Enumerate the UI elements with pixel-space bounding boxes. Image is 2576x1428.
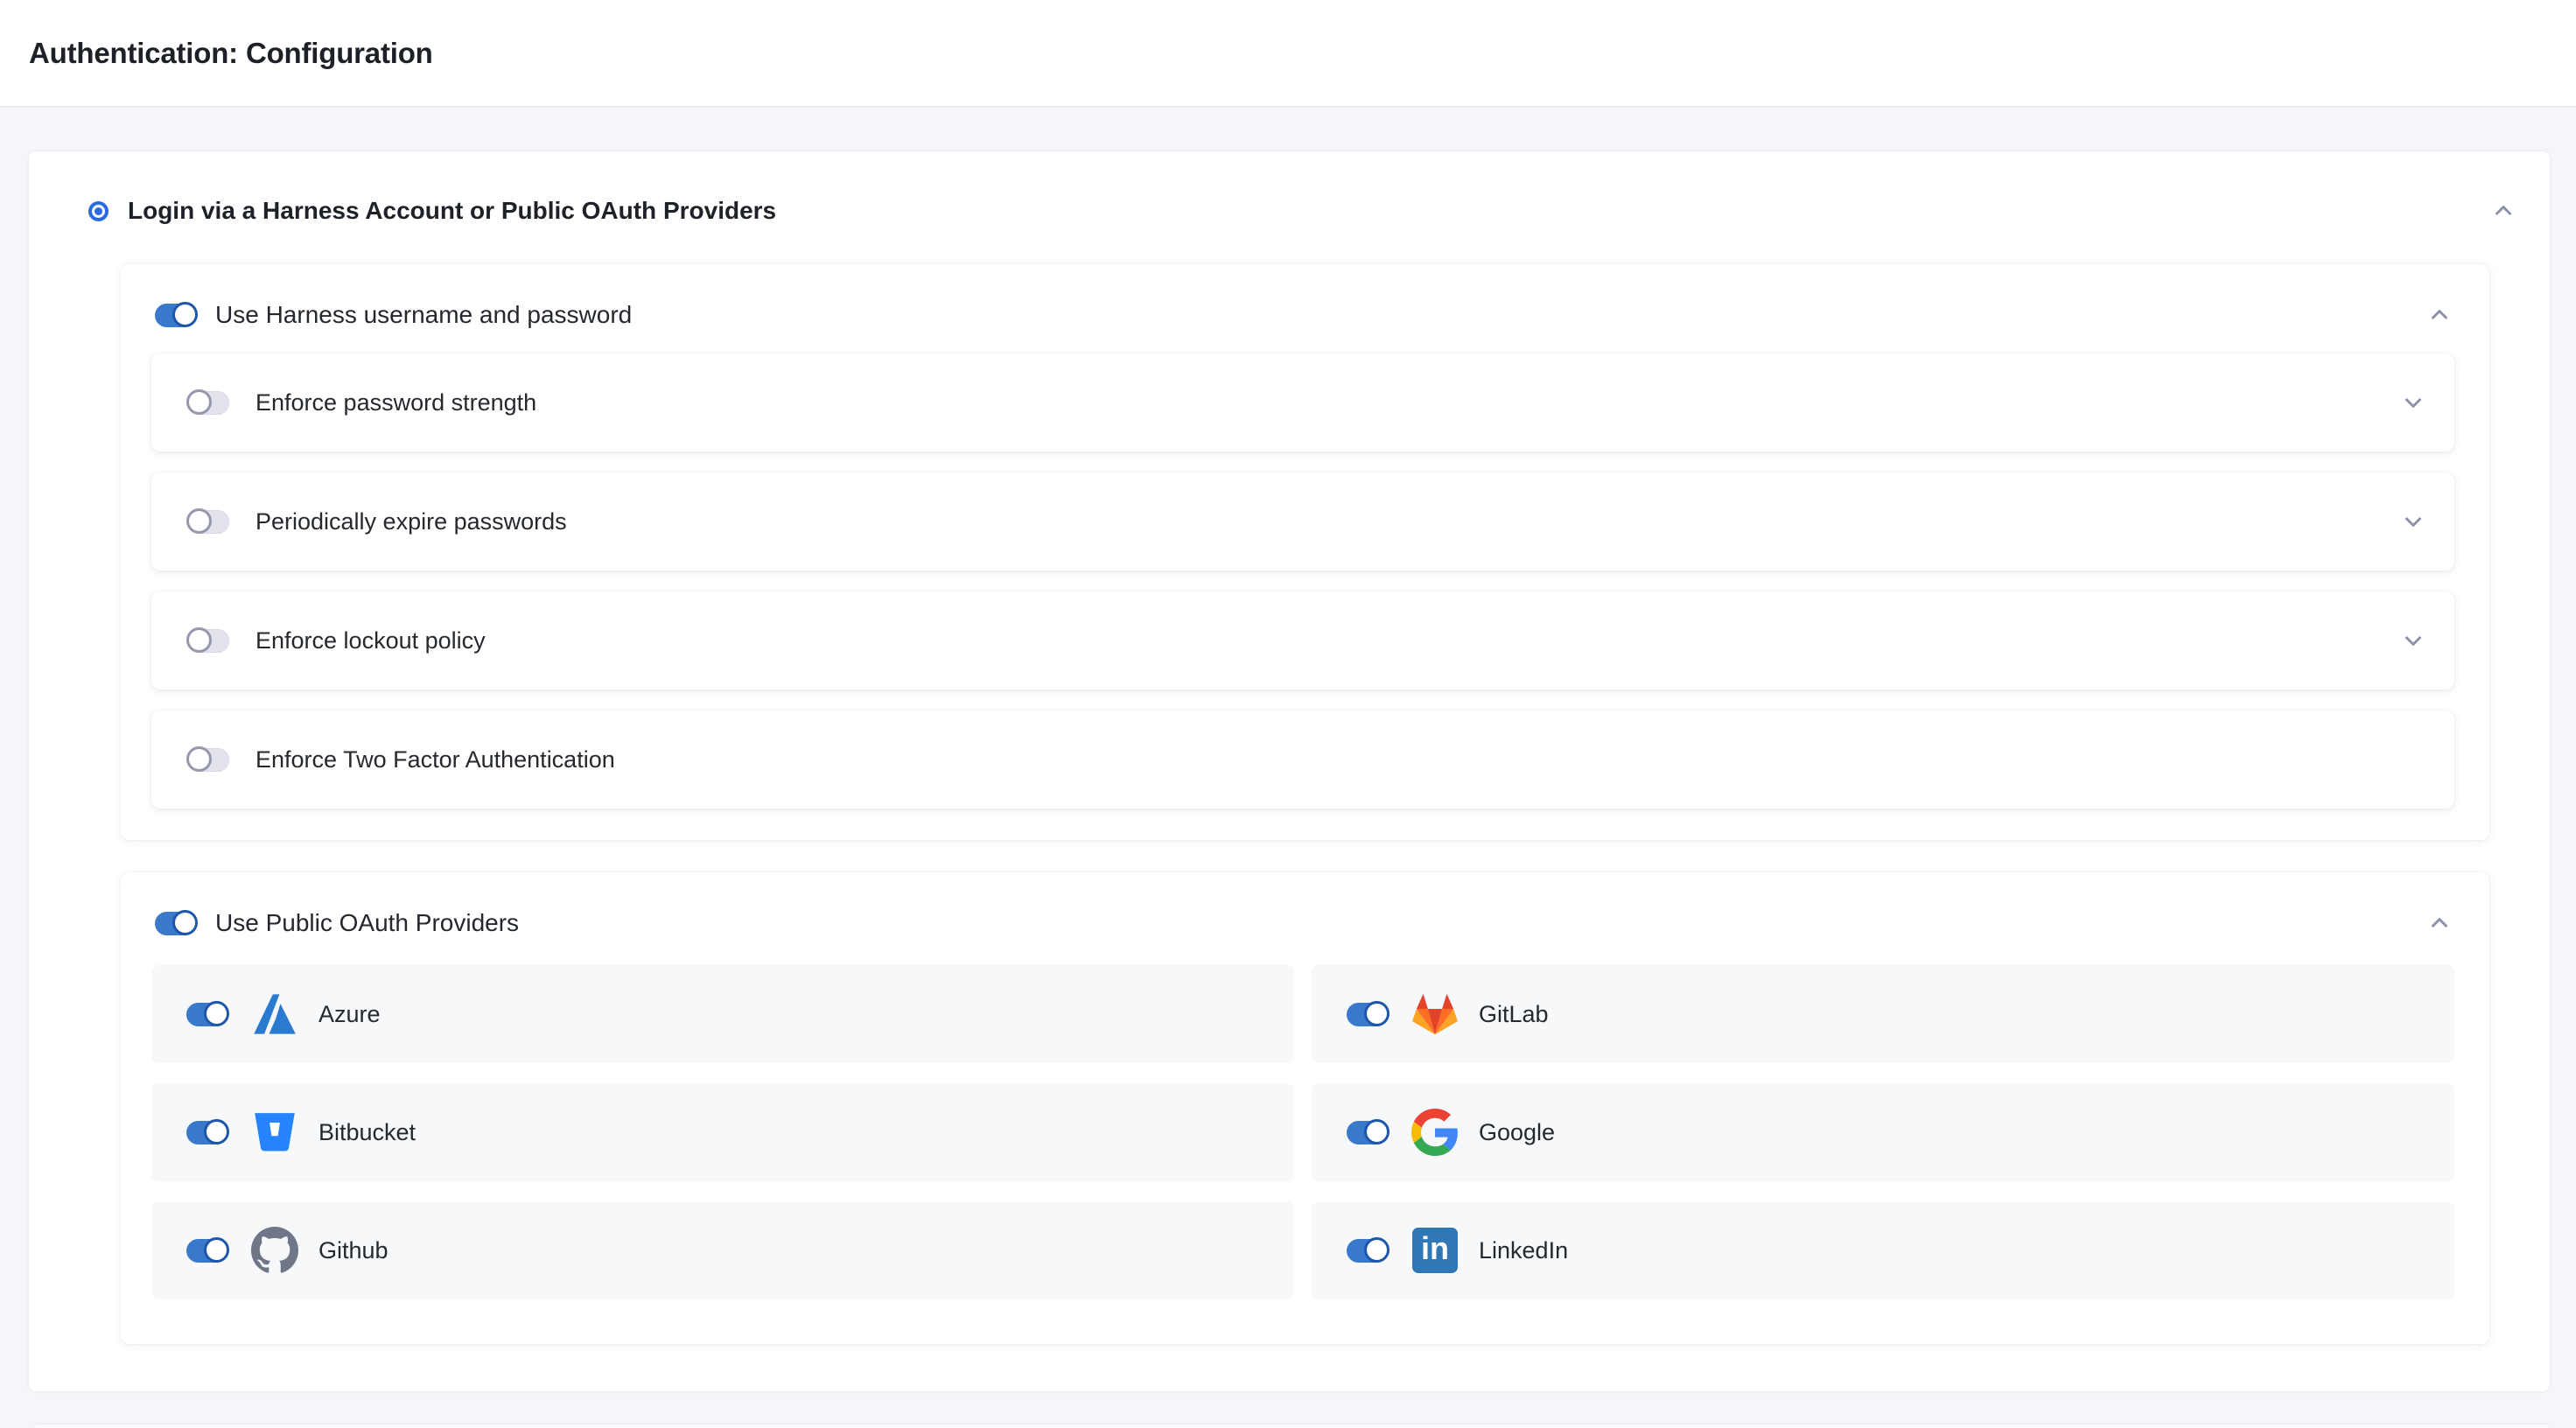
azure-toggle[interactable]	[186, 1003, 228, 1026]
chevron-up-icon	[2426, 302, 2453, 328]
next-section-peek	[35, 1424, 2550, 1428]
collapse-section-button[interactable]	[2488, 196, 2518, 226]
provider-row-linkedin: in LinkedIn	[1312, 1201, 2454, 1299]
two-factor-toggle[interactable]	[188, 748, 229, 772]
lockout-policy-row: Enforce lockout policy	[151, 592, 2454, 690]
toggle-knob	[186, 627, 212, 653]
password-expiry-toggle[interactable]	[188, 510, 229, 534]
chevron-down-icon	[2400, 627, 2426, 654]
oauth-header: Use Public OAuth Providers	[151, 902, 2454, 944]
username-password-toggle[interactable]	[155, 304, 196, 327]
toggle-knob	[186, 508, 212, 534]
provider-row-github: Github	[151, 1201, 1294, 1299]
toggle-knob	[1364, 1001, 1390, 1026]
login-method-radio-row: Login via a Harness Account or Public OA…	[29, 151, 2550, 231]
linkedin-icon: in	[1410, 1226, 1460, 1275]
chevron-up-icon	[2490, 198, 2516, 224]
toggle-knob	[204, 1237, 229, 1263]
provider-label: Bitbucket	[318, 1119, 416, 1146]
toggle-knob	[1364, 1237, 1390, 1263]
toggle-knob	[204, 1001, 229, 1026]
two-factor-row: Enforce Two Factor Authentication	[151, 710, 2454, 808]
page-body: Login via a Harness Account or Public OA…	[0, 108, 2576, 1428]
collapse-username-password-button[interactable]	[2425, 300, 2454, 330]
linkedin-toggle[interactable]	[1347, 1239, 1388, 1263]
gitlab-toggle[interactable]	[1347, 1003, 1388, 1026]
login-method-label: Login via a Harness Account or Public OA…	[128, 197, 776, 225]
username-password-title: Use Harness username and password	[215, 301, 632, 329]
password-expiry-row: Periodically expire passwords	[151, 472, 2454, 570]
google-icon	[1410, 1108, 1460, 1157]
bitbucket-toggle[interactable]	[186, 1121, 228, 1144]
chevron-down-icon	[2400, 389, 2426, 416]
page-title: Authentication: Configuration	[29, 37, 433, 70]
github-icon	[250, 1226, 299, 1275]
github-toggle[interactable]	[186, 1239, 228, 1263]
oauth-title: Use Public OAuth Providers	[215, 909, 519, 937]
chevron-down-icon	[2400, 508, 2426, 535]
password-expiry-label: Periodically expire passwords	[256, 508, 567, 536]
provider-row-bitbucket: Bitbucket	[151, 1083, 1294, 1181]
username-password-card: Use Harness username and password Enforc…	[121, 264, 2489, 840]
provider-label: GitLab	[1479, 1001, 1549, 1028]
toggle-knob	[172, 910, 198, 935]
providers-grid: Azure G	[151, 965, 2454, 1299]
oauth-providers-card: Use Public OAuth Providers	[121, 872, 2489, 1344]
lockout-policy-label: Enforce lockout policy	[256, 627, 486, 654]
provider-label: Github	[318, 1237, 388, 1264]
toggle-knob	[172, 302, 198, 327]
toggle-knob	[204, 1119, 229, 1144]
expand-password-strength-button[interactable]	[2398, 388, 2428, 417]
expand-lockout-policy-button[interactable]	[2398, 626, 2428, 655]
gitlab-icon	[1410, 990, 1460, 1039]
two-factor-label: Enforce Two Factor Authentication	[256, 746, 615, 774]
expand-password-expiry-button[interactable]	[2398, 507, 2428, 536]
collapse-oauth-button[interactable]	[2425, 908, 2454, 938]
page-header: Authentication: Configuration	[0, 0, 2576, 108]
provider-row-gitlab: GitLab	[1312, 965, 2454, 1063]
provider-label: Azure	[318, 1001, 381, 1028]
toggle-knob	[1364, 1119, 1390, 1144]
password-strength-row: Enforce password strength	[151, 354, 2454, 452]
google-toggle[interactable]	[1347, 1121, 1388, 1144]
password-strength-toggle[interactable]	[188, 391, 229, 415]
auth-section-card: Login via a Harness Account or Public OA…	[29, 151, 2550, 1391]
lockout-policy-toggle[interactable]	[188, 629, 229, 653]
toggle-knob	[186, 746, 212, 772]
linkedin-glyph: in	[1412, 1228, 1458, 1273]
oauth-toggle[interactable]	[155, 912, 196, 935]
username-password-header: Use Harness username and password	[151, 294, 2454, 336]
provider-row-google: Google	[1312, 1083, 2454, 1181]
password-strength-label: Enforce password strength	[256, 389, 536, 416]
azure-icon	[250, 990, 299, 1039]
bitbucket-icon	[250, 1108, 299, 1157]
chevron-up-icon	[2426, 910, 2453, 936]
provider-label: Google	[1479, 1119, 1555, 1146]
radio-selected-icon[interactable]	[88, 201, 108, 221]
provider-row-azure: Azure	[151, 965, 1294, 1063]
toggle-knob	[186, 389, 212, 415]
provider-label: LinkedIn	[1479, 1237, 1568, 1264]
